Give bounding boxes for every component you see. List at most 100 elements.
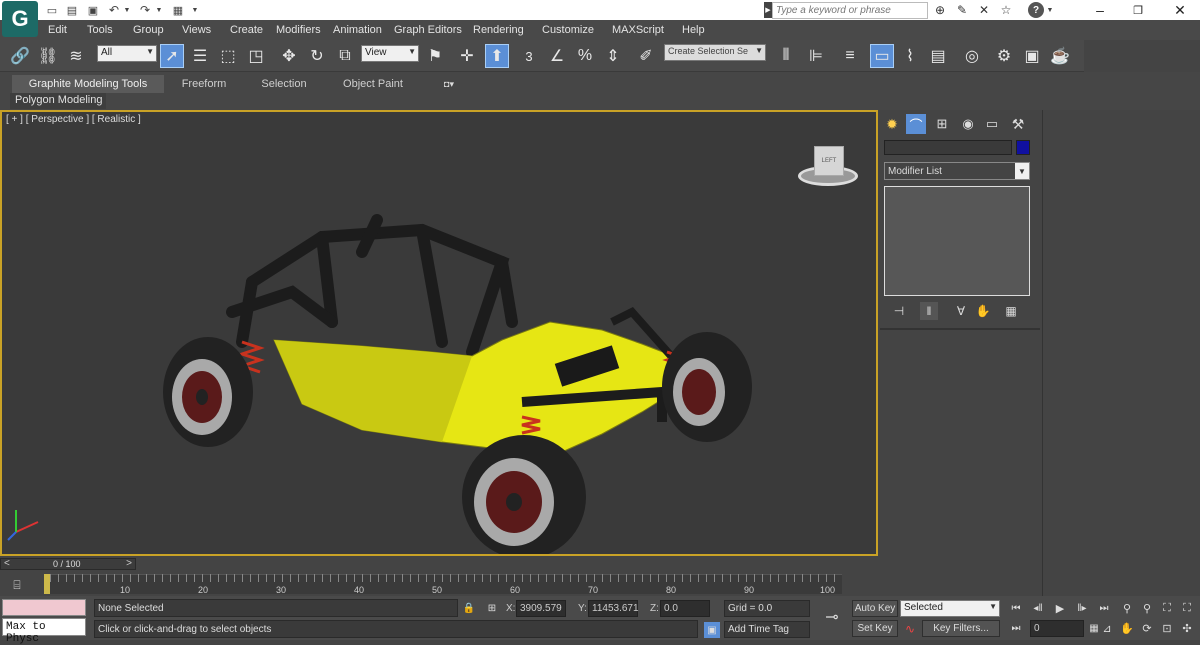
reference-coord-dropdown[interactable]: View ▼ — [361, 45, 419, 62]
time-slider[interactable]: < 0 / 100 > — [0, 558, 136, 570]
snaps-toggle-icon[interactable]: 3 — [517, 44, 541, 68]
render-production-icon[interactable]: ☕ — [1048, 44, 1072, 68]
prev-frame-icon[interactable]: ◂‖ — [1028, 600, 1048, 616]
select-object-icon[interactable]: ➚ — [160, 44, 184, 68]
quick-access-dropdown-icon[interactable]: ▼ — [190, 3, 200, 17]
current-frame-field[interactable]: 0 — [1030, 620, 1084, 637]
open-file-icon[interactable]: ▤ — [64, 2, 80, 18]
info-arrow-icon[interactable]: ▶ — [764, 2, 772, 18]
link-icon[interactable]: 🔗 — [8, 44, 32, 68]
configure-modifier-sets-icon[interactable]: ▦ — [1002, 302, 1020, 320]
add-time-tag-field[interactable]: Add Time Tag — [724, 621, 810, 638]
remove-modifier-icon[interactable]: ✋ — [974, 302, 992, 320]
undo-dropdown-icon[interactable]: ▼ — [123, 4, 131, 16]
favorites-icon[interactable]: ☆ — [998, 2, 1014, 18]
render-setup-icon[interactable]: ⚙ — [992, 44, 1016, 68]
goto-end-icon[interactable]: ⏭ — [1094, 600, 1114, 616]
communication-icon[interactable]: ✕ — [976, 2, 992, 18]
object-color-swatch[interactable] — [1016, 140, 1030, 155]
scale-icon[interactable]: ⧉ — [333, 44, 357, 68]
modify-tab-icon[interactable]: ⌒ — [906, 114, 926, 134]
key-filters-button[interactable]: Key Filters... — [922, 620, 1000, 637]
show-end-result-icon[interactable]: ‖ — [920, 302, 938, 320]
pan-icon[interactable]: ✋ — [1118, 620, 1136, 636]
orbit-icon[interactable]: ⟳ — [1138, 620, 1156, 636]
time-tag-icon[interactable]: ▣ — [704, 622, 720, 638]
motion-tab-icon[interactable]: ◉ — [958, 114, 978, 134]
named-selection-dropdown[interactable]: Create Selection Se ▼ — [664, 44, 766, 61]
maxscript-listener-top[interactable] — [2, 599, 86, 616]
zoom-all-icon[interactable]: ⚲ — [1138, 600, 1156, 616]
perspective-viewport[interactable]: [ + ] [ Perspective ] [ Realistic ] LEFT — [0, 110, 878, 556]
tab-object-paint[interactable]: Object Paint — [324, 75, 422, 93]
save-icon[interactable]: ▣ — [85, 2, 101, 18]
mirror-icon[interactable]: ⫴ — [774, 44, 798, 68]
menu-help[interactable]: Help — [682, 24, 705, 36]
make-unique-icon[interactable]: ∀ — [952, 302, 970, 320]
modifier-list-dropdown[interactable]: Modifier List ▼ — [884, 162, 1030, 180]
curve-editor-icon[interactable]: ⌇ — [898, 44, 922, 68]
percent-snap-icon[interactable]: % — [573, 44, 597, 68]
keyboard-shortcut-override-icon[interactable]: ⬆ — [485, 44, 509, 68]
schematic-view-icon[interactable]: ▤ — [926, 44, 950, 68]
unlink-icon[interactable]: ⛓ — [36, 44, 60, 68]
utilities-tab-icon[interactable]: ⚒ — [1008, 114, 1028, 134]
x-coord-field[interactable]: 3909.579 — [516, 600, 566, 617]
zoom-icon[interactable]: ⚲ — [1118, 600, 1136, 616]
help-icon[interactable]: ? — [1028, 2, 1044, 18]
app-logo-icon[interactable]: G — [2, 1, 38, 37]
tab-freeform[interactable]: Freeform — [164, 75, 244, 93]
rectangle-selection-icon[interactable]: ⬚ — [216, 44, 240, 68]
layer-manager-icon[interactable]: ≡ — [838, 44, 862, 68]
lock-selection-icon[interactable]: 🔒 — [462, 600, 476, 616]
selection-filter-dropdown[interactable]: All ▼ — [97, 45, 157, 62]
close-icon[interactable]: ✕ — [1160, 0, 1200, 20]
zoom-extents-icon[interactable]: ⛶ — [1158, 600, 1176, 616]
time-slider-prev-icon[interactable]: < — [4, 558, 10, 569]
material-editor-icon[interactable]: ◎ — [960, 44, 984, 68]
default-tangent-icon[interactable]: ∿ — [900, 620, 920, 637]
create-tab-icon[interactable]: ✹ — [882, 114, 902, 134]
minimize-icon[interactable]: – — [1080, 0, 1120, 20]
subscription-icon[interactable]: ✎ — [954, 2, 970, 18]
display-tab-icon[interactable]: ▭ — [982, 114, 1002, 134]
next-frame-icon[interactable]: ‖▸ — [1072, 600, 1092, 616]
field-of-view-icon[interactable]: ⊿ — [1098, 620, 1116, 636]
menu-rendering[interactable]: Rendering — [473, 24, 524, 36]
menu-tools[interactable]: Tools — [87, 24, 113, 36]
play-icon[interactable]: ▶ — [1050, 600, 1070, 616]
rotate-icon[interactable]: ↻ — [305, 44, 329, 68]
key-icon[interactable]: ⊸ — [818, 606, 846, 628]
zoom-extents-all-icon[interactable]: ⛶ — [1178, 600, 1196, 616]
hierarchy-tab-icon[interactable]: ⊞ — [932, 114, 952, 134]
modifier-stack[interactable] — [884, 186, 1030, 296]
select-by-name-icon[interactable]: ☰ — [188, 44, 212, 68]
redo-icon[interactable]: ↷ — [137, 2, 153, 18]
object-name-field[interactable] — [884, 140, 1012, 155]
new-file-icon[interactable]: ▭ — [44, 2, 60, 18]
spinner-snap-icon[interactable]: ⇕ — [601, 44, 625, 68]
align-icon[interactable]: ⊫ — [804, 44, 828, 68]
menu-edit[interactable]: Edit — [48, 24, 67, 36]
menu-animation[interactable]: Animation — [333, 24, 382, 36]
menu-create[interactable]: Create — [230, 24, 263, 36]
pin-stack-icon[interactable]: ⊣ — [890, 302, 908, 320]
select-manipulate-icon[interactable]: ✛ — [455, 44, 479, 68]
binoculars-icon[interactable]: ⊕ — [932, 2, 948, 18]
menu-maxscript[interactable]: MAXScript — [612, 24, 664, 36]
move-icon[interactable]: ✥ — [277, 44, 301, 68]
menu-graph-editors[interactable]: Graph Editors — [394, 24, 462, 36]
set-key-button[interactable]: Set Key — [852, 620, 898, 637]
goto-start-icon[interactable]: ⏮ — [1006, 600, 1026, 616]
scene-explorer-icon[interactable]: ▭ — [870, 44, 894, 68]
z-coord-field[interactable]: 0.0 — [660, 600, 710, 617]
time-slider-next-icon[interactable]: > — [126, 558, 132, 569]
bind-spacewarp-icon[interactable]: ≋ — [64, 44, 88, 68]
key-mode-toggle-icon[interactable]: ⏭ — [1006, 620, 1026, 636]
help-dropdown-icon[interactable]: ▼ — [1046, 4, 1054, 16]
menu-customize[interactable]: Customize — [542, 24, 594, 36]
undo-icon[interactable]: ↶ — [106, 2, 122, 18]
pivot-center-icon[interactable]: ⚑ — [423, 44, 447, 68]
menu-views[interactable]: Views — [182, 24, 211, 36]
angle-snap-icon[interactable]: ∠ — [545, 44, 569, 68]
